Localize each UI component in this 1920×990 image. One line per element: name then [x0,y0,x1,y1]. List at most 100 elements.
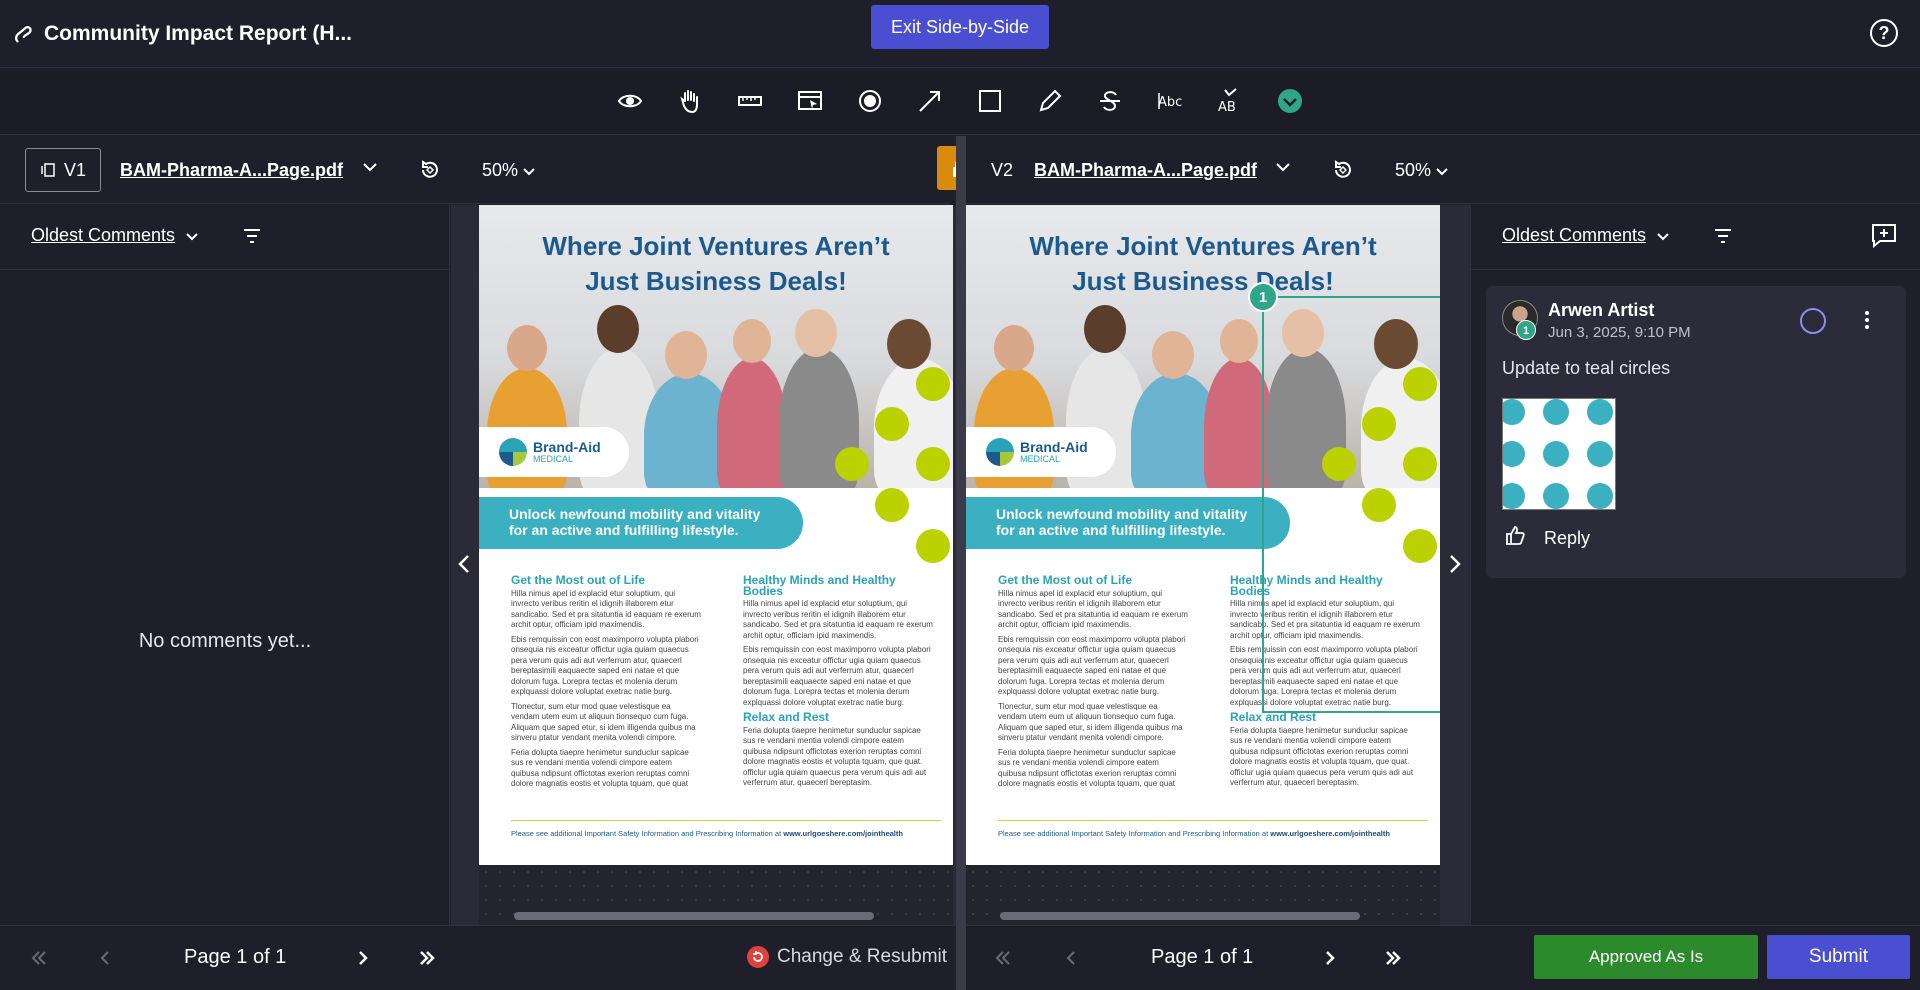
rotate-icon[interactable] [1331,158,1355,182]
chevron-down-icon [523,167,535,175]
lime-circle [1362,488,1396,522]
comment-attachment-thumbnail[interactable] [1502,398,1616,510]
chevron-right-icon[interactable] [1446,553,1464,575]
v2-banner: Unlock newfound mobility and vitality fo… [966,497,1290,549]
spellcheck-icon[interactable]: AB [1213,84,1247,118]
thumbs-up-icon[interactable] [1504,524,1526,546]
last-page-icon[interactable] [1382,947,1404,969]
prev-page-icon[interactable] [1060,947,1082,969]
v2-brand-sub: MEDICAL [1020,453,1061,464]
chevron-down-icon [1436,167,1448,175]
left-version-bar: V1 BAM-Pharma-A...Page.pdf 50% [0,136,950,204]
v2-col2-p1: Hilla nimus apel id explacid etur solupt… [1230,599,1420,640]
first-page-icon[interactable] [28,947,50,969]
submit-button[interactable]: Submit [1767,935,1910,979]
v1-col1-p4: Feria dolupta tiaepre henimetur sunduclu… [511,747,690,789]
v1-document-page: Where Joint Ventures Aren’t Just Busines… [479,205,953,865]
v1-brand-sub: MEDICAL [533,453,574,464]
v2-col1-p4: Feria dolupta tiaepre henimetur sunduclu… [998,747,1177,789]
v2-column-left: Get the Most out of Life Hilla nimus ape… [998,574,1188,794]
next-page-icon[interactable] [352,947,374,969]
v1-brand-logo: Brand-Aid MEDICAL [479,427,629,477]
filter-icon[interactable] [1713,227,1733,245]
right-version-bar: V2 BAM-Pharma-A...Page.pdf 50% [958,136,1920,204]
exit-side-by-side-button[interactable]: Exit Side-by-Side [871,5,1049,49]
arrow-icon[interactable] [913,84,947,118]
v1-label: V1 [64,159,87,180]
lime-circle [875,407,909,441]
ruler-icon[interactable] [733,84,767,118]
change-resubmit-button[interactable]: Change & Resubmit [747,946,947,968]
v1-footer: Please see additional Important Safety I… [511,829,903,838]
comment-pin[interactable]: 1 [1248,282,1278,312]
chevron-down-icon [186,232,198,240]
filter-icon[interactable] [242,227,262,245]
record-icon[interactable] [853,84,887,118]
v1-headline-line1: Where Joint Ventures Aren’t [542,231,890,261]
v2-zoom-value: 50% [1395,160,1432,180]
right-comments-header: Oldest Comments [1471,205,1920,270]
v2-col2-heading: Healthy Minds and Healthy Bodies [1230,573,1383,598]
v2-footer-url: www.urlgoeshere.com/jointhealth [1270,829,1390,838]
v1-col2-p1: Hilla nimus apel id explacid etur solupt… [743,599,933,640]
v1-filename[interactable]: BAM-Pharma-A...Page.pdf [120,160,343,181]
pencil-icon[interactable] [1033,84,1067,118]
right-sort-dropdown[interactable]: Oldest Comments [1502,225,1670,246]
comment-number-badge: 1 [1516,320,1536,340]
v1-canvas[interactable]: Where Joint Ventures Aren’t Just Busines… [451,205,956,925]
approved-as-is-button[interactable]: Approved As Is [1534,935,1758,979]
top-bar: Community Impact Report (H... Exit Side-… [0,0,1920,68]
change-resubmit-label: Change & Resubmit [777,946,948,967]
v1-horizontal-scrollbar[interactable] [514,912,874,920]
v2-filename[interactable]: BAM-Pharma-A...Page.pdf [1034,160,1257,181]
v2-canvas[interactable]: Where Joint Ventures Aren’t Just Busines… [966,205,1470,925]
reply-button[interactable]: Reply [1544,528,1590,549]
annotation-toolbar: Abc AB [0,69,1920,135]
v2-headline-line2: Just Business Deals! [1072,266,1334,296]
left-comments-header: Oldest Comments [0,205,449,270]
v2-zoom[interactable]: 50% [1395,160,1449,181]
add-comment-icon[interactable] [1870,222,1898,248]
lime-circle [875,488,909,522]
svg-text:AB: AB [1218,100,1236,115]
left-sort-dropdown[interactable]: Oldest Comments [31,225,199,246]
lime-circle [1403,529,1437,563]
rotate-icon[interactable] [418,158,442,182]
v2-col2-heading2: Relax and Rest [1230,710,1317,724]
chevron-down-icon[interactable] [1274,158,1292,176]
comment-card[interactable]: 1 Arwen Artist Jun 3, 2025, 9:10 PM Upda… [1486,286,1906,578]
first-page-icon[interactable] [992,947,1014,969]
check-circle-icon[interactable] [1273,84,1307,118]
v2-horizontal-scrollbar[interactable] [1000,912,1360,920]
next-page-icon[interactable] [1319,947,1341,969]
rectangle-icon[interactable] [973,84,1007,118]
select-area-icon[interactable] [793,84,827,118]
annotation-box-left [1262,296,1264,712]
v2-column-right: Healthy Minds and Healthy Bodies Hilla n… [1230,573,1420,793]
text-replace-icon[interactable]: Abc [1153,84,1187,118]
hand-icon[interactable] [673,84,707,118]
v1-footer-url: www.urlgoeshere.com/jointhealth [783,829,903,838]
lime-circle [1322,447,1356,481]
v1-zoom[interactable]: 50% [482,160,536,181]
eye-icon[interactable] [613,84,647,118]
help-icon[interactable]: ? [1870,19,1898,47]
chevron-left-icon[interactable] [455,553,473,575]
v1-column-left: Get the Most out of Life Hilla nimus ape… [511,574,701,794]
v2-banner-line2: for an active and fulfilling lifestyle. [996,522,1226,538]
app-title: Community Impact Report (H... [12,22,352,46]
last-page-icon[interactable] [416,947,438,969]
comment-timestamp: Jun 3, 2025, 9:10 PM [1548,324,1691,341]
strikethrough-icon[interactable] [1093,84,1127,118]
chevron-down-icon[interactable] [361,158,379,176]
v2-document-page: Where Joint Ventures Aren’t Just Busines… [966,205,1440,865]
v2-col2-p3: Feria dolupta tiaepre henimetur sunduclu… [1230,725,1414,788]
comment-text: Update to teal circles [1502,358,1671,378]
v1-badge[interactable]: V1 [25,148,102,192]
right-sort-label: Oldest Comments [1502,225,1647,245]
resolve-toggle[interactable] [1800,308,1826,334]
prev-page-icon[interactable] [94,947,116,969]
version-icon [41,163,55,177]
split-divider[interactable] [956,136,966,990]
more-options-icon[interactable] [1864,310,1870,330]
